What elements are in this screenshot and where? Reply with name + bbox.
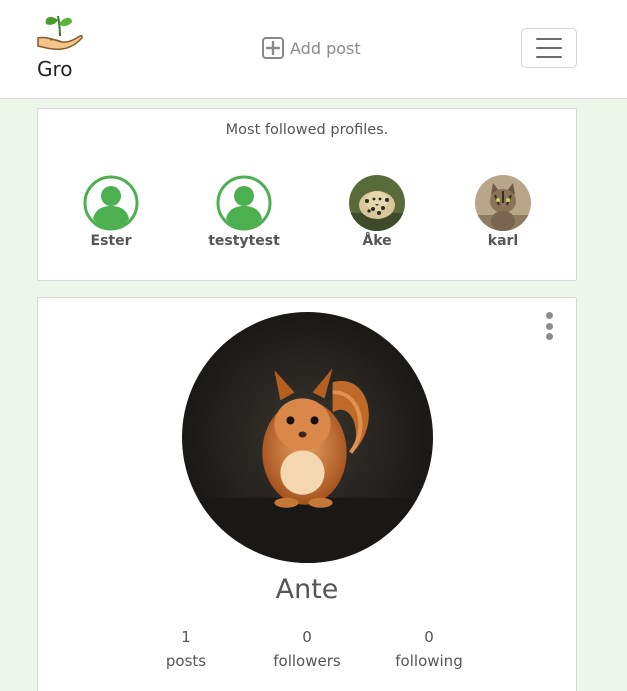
followers-count-value: 0 [302, 628, 312, 646]
most-followed-title: Most followed profiles. [225, 122, 389, 138]
add-post-link[interactable]: Add post [262, 35, 361, 61]
posts-count-label: posts [165, 652, 207, 670]
profile-name: Ante [275, 574, 339, 605]
followed-profile-name: karl [487, 233, 519, 249]
followed-profile-ester[interactable]: Ester [61, 175, 161, 249]
brand-name: Gro [37, 57, 73, 81]
profile-avatar [182, 312, 433, 563]
top-navbar: Gro Add post [0, 0, 627, 99]
followers-count-label: followers [273, 652, 341, 670]
more-options-icon[interactable] [543, 312, 555, 340]
plant-hand-logo-icon [37, 15, 83, 50]
followed-profile-karl[interactable]: karl [453, 175, 553, 249]
plus-square-icon [262, 37, 284, 59]
posts-count: 1 posts [126, 625, 246, 673]
followed-profile-name: Ester [90, 233, 132, 249]
following-count-value: 0 [424, 628, 434, 646]
default-user-icon [83, 175, 139, 231]
brand-link[interactable]: Gro [36, 10, 96, 86]
default-user-icon [216, 175, 272, 231]
leopard-avatar [349, 175, 405, 231]
followed-profile-testytest[interactable]: testytest [194, 175, 294, 249]
profile-card: Ante 1 posts 0 followers 0 following [37, 297, 577, 691]
menu-toggle-button[interactable] [521, 28, 577, 68]
cat-avatar [475, 175, 531, 231]
followed-profile-ake[interactable]: Åke [327, 175, 427, 249]
followed-profile-name: testytest [208, 233, 280, 249]
posts-count-value: 1 [181, 628, 191, 646]
followers-count[interactable]: 0 followers [247, 625, 367, 673]
most-followed-card: Most followed profiles. Ester testytest [37, 108, 577, 281]
add-post-label: Add post [290, 38, 361, 58]
hamburger-icon [536, 38, 562, 58]
following-count[interactable]: 0 following [369, 625, 489, 673]
following-count-label: following [395, 652, 463, 670]
followed-profile-name: Åke [362, 233, 392, 249]
